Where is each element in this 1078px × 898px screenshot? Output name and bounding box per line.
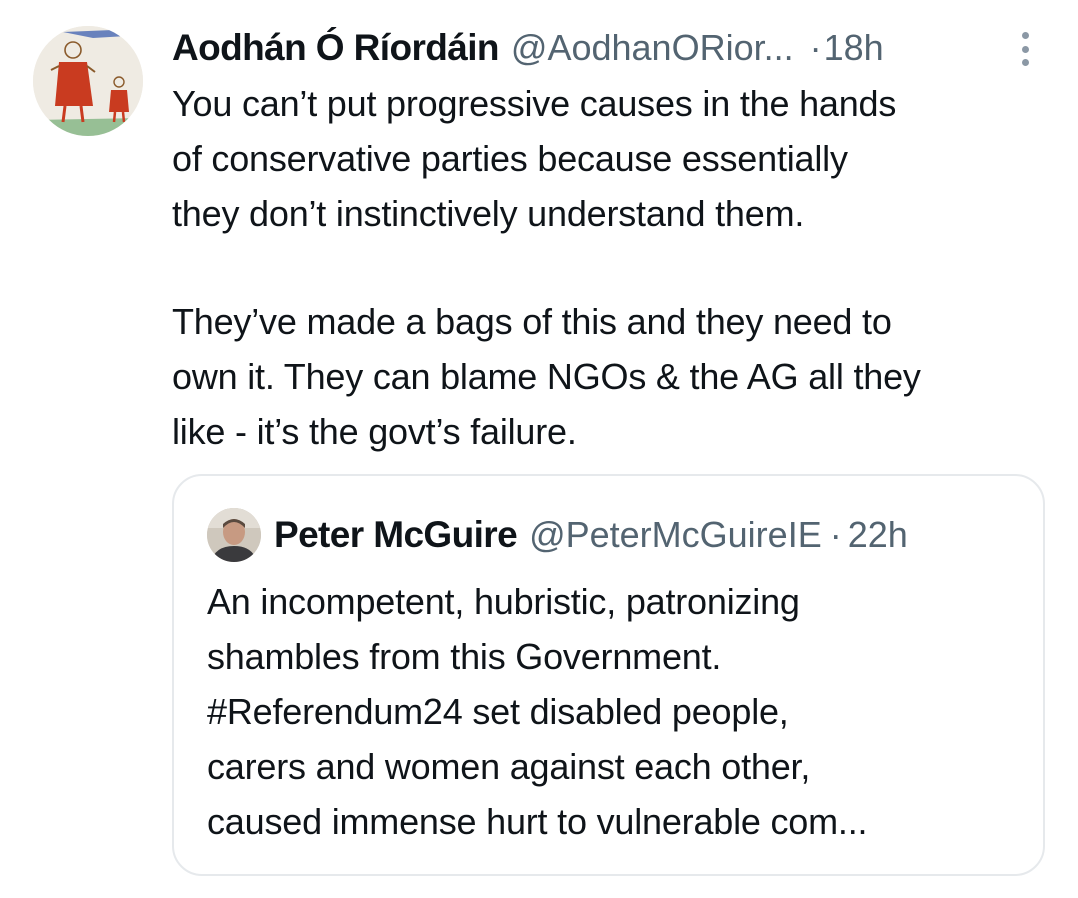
more-dot: [1021, 32, 1029, 39]
quoted-author-name: Peter McGuire: [274, 514, 518, 555]
tweet-text-line: like - it’s the govt’s failure.: [172, 411, 577, 452]
child-drawing-avatar-icon: [33, 26, 143, 136]
tweet-header: Aodhán Ó Ríordáin @AodhanORior... · 18h: [172, 26, 1052, 70]
separator-dot: ·: [829, 514, 842, 555]
quoted-text-line: #Referendum24 set disabled people,: [207, 691, 789, 732]
separator-dot: ·: [809, 27, 822, 68]
quoted-tweet-card[interactable]: Peter McGuire @PeterMcGuireIE · 22h An i…: [172, 474, 1045, 876]
author-avatar[interactable]: [33, 26, 143, 136]
tweet-text: You can’t put progressive causes in the …: [172, 76, 1052, 459]
quoted-text-line: An incompetent, hubristic, patronizing: [207, 581, 800, 622]
quoted-tweet-header: Peter McGuire @PeterMcGuireIE · 22h: [274, 512, 908, 558]
more-dot: [1021, 45, 1029, 53]
author-handle[interactable]: @AodhanORior...: [511, 27, 794, 69]
more-dot: [1021, 59, 1029, 66]
quoted-text-line: shambles from this Government.: [207, 636, 722, 677]
tweet-text-line: of conservative parties because essentia…: [172, 138, 848, 179]
quoted-tweet-timestamp: 22h: [847, 514, 908, 555]
tweet-text-line: they don’t instinctively understand them…: [172, 193, 805, 234]
quoted-tweet-text: An incompetent, hubristic, patronizing s…: [207, 574, 1037, 849]
tweet-text-line: You can’t put progressive causes in the …: [172, 83, 897, 124]
quoted-text-line: carers and women against each other,: [207, 746, 811, 787]
quoted-text-line: caused immense hurt to vulnerable com...: [207, 801, 868, 842]
tweet-text-line: They’ve made a bags of this and they nee…: [172, 301, 892, 342]
tweet-timestamp[interactable]: 18h: [824, 27, 884, 69]
person-photo-avatar-icon: [207, 508, 261, 562]
more-vertical-icon[interactable]: [1017, 32, 1033, 66]
quoted-author-avatar[interactable]: [207, 508, 261, 562]
tweet-text-line: own it. They can blame NGOs & the AG all…: [172, 356, 921, 397]
quoted-author-handle: @PeterMcGuireIE: [529, 514, 822, 555]
author-name[interactable]: Aodhán Ó Ríordáin: [172, 27, 500, 69]
